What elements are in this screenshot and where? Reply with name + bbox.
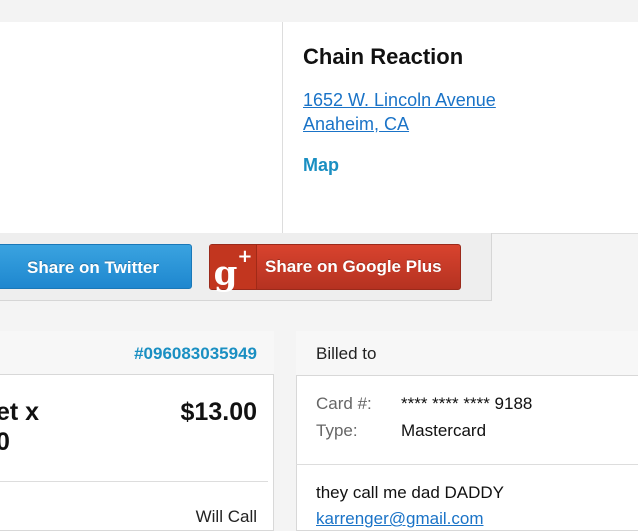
venue-address-line1[interactable]: 1652 W. Lincoln Avenue: [303, 90, 496, 111]
venue-address-line2[interactable]: Anaheim, CA: [303, 114, 409, 135]
google-plus-icon-plus: +: [237, 246, 253, 267]
card-type-label: Type:: [316, 421, 358, 440]
card-number-label: Card #:: [316, 394, 372, 413]
order-divider: [0, 481, 268, 482]
billing-divider: [296, 464, 638, 465]
ticket-line-2: 0: [0, 428, 10, 456]
share-twitter-button[interactable]: Share on Twitter: [0, 244, 192, 289]
google-plus-icon-letter: g: [213, 253, 238, 294]
ticket-line-1: et x: [0, 398, 40, 426]
map-link[interactable]: Map: [303, 155, 339, 176]
top-strip: [0, 0, 638, 23]
billed-to-heading: Billed to: [316, 344, 377, 363]
order-number: #096083035949: [134, 344, 257, 363]
venue-divider: [282, 22, 283, 233]
buyer-email-link[interactable]: karrenger@gmail.com: [316, 509, 483, 529]
delivery-method: Will Call: [195, 507, 257, 526]
google-plus-icon: g+: [210, 245, 257, 293]
share-google-plus-button[interactable]: g+ Share on Google Plus: [209, 244, 461, 293]
venue-name: Chain Reaction: [303, 44, 464, 69]
card-type-value: Mastercard: [401, 421, 487, 440]
card-number-value: **** **** **** 9188: [401, 394, 533, 413]
order-price: $13.00: [180, 398, 257, 426]
share-google-plus-label: Share on Google Plus: [265, 257, 442, 276]
buyer-name: they call me dad DADDY: [316, 483, 505, 502]
